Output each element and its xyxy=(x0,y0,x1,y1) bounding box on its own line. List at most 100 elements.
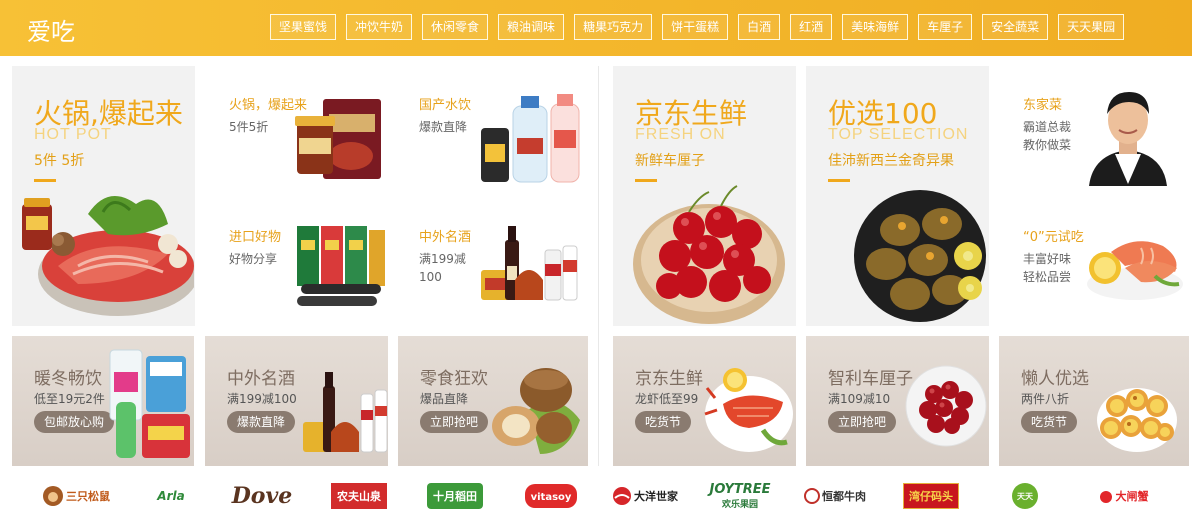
brand-hengdu[interactable]: 恒都牛肉 xyxy=(800,476,870,516)
brand-three-squirrels[interactable]: 三只松鼠 xyxy=(36,476,116,516)
tile-sub-line1: 满199减 xyxy=(419,252,466,266)
tile-sub-line2: 100 xyxy=(419,270,442,284)
hotpot-hero-tile[interactable]: 火锅,爆起来 HOT POT 5件 5折 xyxy=(12,66,195,326)
hotpot-small-tile[interactable]: 火锅，爆起来 5件5折 xyxy=(205,66,393,195)
tag-nuts[interactable]: 坚果蜜饯 xyxy=(270,14,337,40)
brand-label: vitasoy xyxy=(530,492,572,503)
tag-vegetables[interactable]: 安全蔬菜 xyxy=(982,14,1049,40)
brand-label: JOYTREE xyxy=(709,482,771,497)
snack-promo-tile[interactable]: 零食狂欢 爆品直降 立即抢吧 xyxy=(398,336,588,466)
select-sub: 佳沛新西兰金奇异果 xyxy=(828,153,954,169)
winter-drink-tile[interactable]: 暖冬畅饮 低至19元2件 包邮放心购 xyxy=(12,336,194,466)
promo-button[interactable]: 立即抢吧 xyxy=(420,411,489,433)
promo-button[interactable]: 吃货节 xyxy=(635,411,692,433)
tile-sub: 好物分享 xyxy=(229,252,278,266)
tag-candy[interactable]: 糖果巧克力 xyxy=(574,14,653,40)
brand-arla[interactable]: Arla xyxy=(146,476,196,516)
brand-dove[interactable]: Dove xyxy=(220,476,304,516)
brand-label: 大闸蟹 xyxy=(1115,490,1149,503)
import-tile[interactable]: 进口好物 好物分享 xyxy=(205,198,393,326)
promo-title: 智利车厘子 xyxy=(828,369,913,389)
promo-sub: 满199减100 xyxy=(227,392,297,406)
tile-sub-line1: 丰富好味 xyxy=(1023,252,1072,266)
brand-label: 农夫山泉 xyxy=(337,490,381,503)
tile-sub: 霸道总裁 教你做菜 xyxy=(1023,118,1071,154)
tile-title: 国产水饮 xyxy=(419,98,472,113)
select-en: TOP SELECTION xyxy=(828,126,969,143)
chef-portrait-image xyxy=(1089,92,1167,186)
tag-drinks-milk[interactable]: 冲饮牛奶 xyxy=(346,14,413,40)
tart-promo-tile[interactable]: 懒人优选 两件八折 吃货节 xyxy=(999,336,1189,466)
tag-wine[interactable]: 红酒 xyxy=(790,14,833,40)
fresh-sub: 新鲜车厘子 xyxy=(635,153,705,169)
tag-tiantian[interactable]: 天天果园 xyxy=(1058,14,1125,40)
tile-title: “0”元试吃 xyxy=(1023,230,1084,245)
liquor-promo-image xyxy=(303,372,388,453)
accent-bar xyxy=(828,179,850,182)
tile-title: 进口好物 xyxy=(229,230,282,245)
promo-sub: 龙虾低至99 xyxy=(635,392,699,406)
free-trial-tile[interactable]: “0”元试吃 丰富好味轻松品尝 xyxy=(999,198,1189,326)
brand-box: 农夫山泉 xyxy=(331,483,387,509)
tag-cherry[interactable]: 车厘子 xyxy=(918,14,973,40)
tile-sub: 爆款直降 xyxy=(419,120,468,134)
brand-vitasoy[interactable]: vitasoy xyxy=(524,476,578,516)
tile-sub: 满199减 100 xyxy=(419,250,466,286)
brand-logo-strip: 三只松鼠 Arla Dove 农夫山泉 十月稻田 vitasoy 大洋世家 JO… xyxy=(0,476,1192,516)
promo-button[interactable]: 爆款直降 xyxy=(227,411,296,433)
cherry-promo-tile[interactable]: 智利车厘子 满109减10 立即抢吧 xyxy=(806,336,989,466)
chef-tile[interactable]: 东家菜 霸道总裁 教你做菜 xyxy=(999,66,1189,195)
promo-button[interactable]: 包邮放心购 xyxy=(34,411,115,433)
tag-grain-oil[interactable]: 粮油调味 xyxy=(498,14,565,40)
brand-box: 湾仔码头 xyxy=(903,483,959,509)
beef-icon xyxy=(804,488,820,504)
wine-promo-tile[interactable]: 中外名酒 满199减100 爆款直降 xyxy=(205,336,388,466)
promo-title: 中外名酒 xyxy=(227,369,295,389)
tag-cookies[interactable]: 饼干蛋糕 xyxy=(662,14,729,40)
tile-title: 中外名酒 xyxy=(419,230,472,245)
tile-sub-line2: 轻松品尝 xyxy=(1023,270,1072,284)
promo-button[interactable]: 吃货节 xyxy=(1021,411,1078,433)
brand-tiantian[interactable]: 天天 xyxy=(1000,476,1050,516)
squirrel-icon xyxy=(43,486,63,506)
kiwi-image xyxy=(854,190,986,322)
brand-shiyuedaotian[interactable]: 十月稻田 xyxy=(420,476,490,516)
egg-tart-image xyxy=(1097,388,1177,452)
brand-label: 大洋世家 xyxy=(634,490,678,503)
fresh-hero-tile[interactable]: 京东生鲜 FRESH ON 新鲜车厘子 xyxy=(613,66,796,326)
brand-joytree[interactable]: JOYTREE 欢乐果园 xyxy=(704,476,776,516)
shrimp-image xyxy=(1087,241,1183,300)
water-bottles-image xyxy=(481,94,580,183)
brand-box: 十月稻田 xyxy=(427,483,483,509)
lobster-image xyxy=(704,368,793,452)
water-tile[interactable]: 国产水饮 爆款直降 xyxy=(395,66,590,195)
tile-sub: 5件5折 xyxy=(229,120,269,134)
brand-label: 恒都牛肉 xyxy=(822,490,866,503)
promo-title: 懒人优选 xyxy=(1021,369,1089,389)
promo-title: 京东生鲜 xyxy=(635,369,703,389)
fresh-en: FRESH ON xyxy=(635,126,726,143)
cherry-bowl-image xyxy=(905,365,987,447)
select-hero-tile[interactable]: 优选100 TOP SELECTION 佳沛新西兰金奇异果 xyxy=(806,66,989,326)
tile-sub: 丰富好味 轻松品尝 xyxy=(1023,250,1071,286)
brand-label: 十月稻田 xyxy=(433,490,477,503)
tag-baijiu[interactable]: 白酒 xyxy=(738,14,781,40)
promo-button[interactable]: 立即抢吧 xyxy=(828,411,897,433)
tag-snacks[interactable]: 休闲零食 xyxy=(422,14,489,40)
crab-icon xyxy=(1099,491,1112,503)
cherries-image xyxy=(633,185,785,324)
promo-sub: 满109减10 xyxy=(828,392,891,406)
column-divider xyxy=(598,66,599,466)
brand-dayangshijia[interactable]: 大洋世家 xyxy=(608,476,682,516)
lobster-promo-tile[interactable]: 京东生鲜 龙虾低至99 吃货节 xyxy=(613,336,796,466)
tag-seafood[interactable]: 美味海鲜 xyxy=(842,14,909,40)
liquor-tile[interactable]: 中外名酒 满199减 100 xyxy=(395,198,590,326)
channel-title: 爱吃 xyxy=(27,18,75,46)
hotpot-en: HOT POT xyxy=(34,126,112,143)
tile-sub-line1: 霸道总裁 xyxy=(1023,120,1072,134)
tile-title: 东家菜 xyxy=(1023,98,1063,113)
brand-nongfu[interactable]: 农夫山泉 xyxy=(324,476,394,516)
brand-dazhaxie[interactable]: 大闸蟹 xyxy=(1088,476,1158,516)
brand-wanchai[interactable]: 湾仔码头 xyxy=(896,476,966,516)
promo-sub: 爆品直降 xyxy=(420,392,469,406)
